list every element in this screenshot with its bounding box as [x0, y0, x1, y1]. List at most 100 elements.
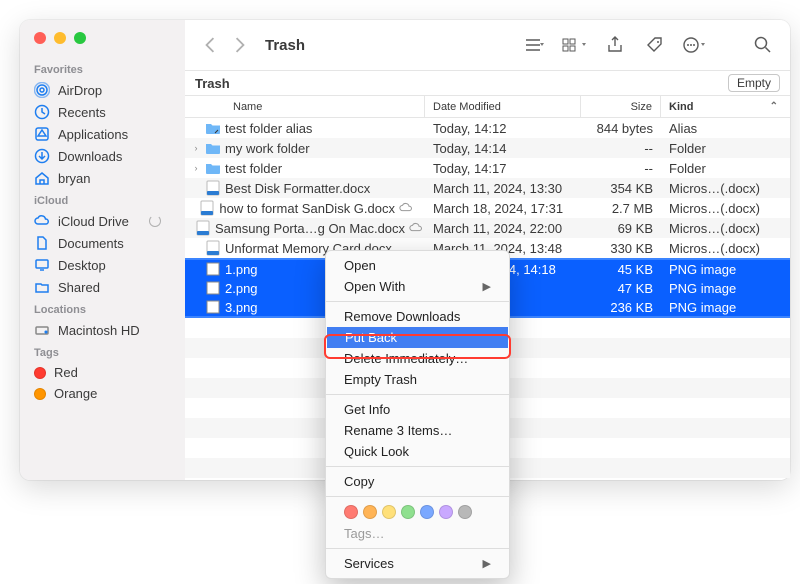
file-size: 330 KB	[581, 241, 661, 256]
table-row[interactable]: ›test folderToday, 14:17--Folder	[185, 158, 790, 178]
sidebar-item-label: Desktop	[58, 258, 106, 273]
forward-button[interactable]	[229, 34, 251, 56]
ctx-open[interactable]: Open	[326, 255, 509, 276]
png-icon	[205, 261, 221, 277]
location-title: Trash	[195, 76, 230, 91]
back-button[interactable]	[199, 34, 221, 56]
ctx-copy[interactable]: Copy	[326, 471, 509, 492]
file-name: 2.png	[225, 281, 258, 296]
sidebar-item-downloads[interactable]: Downloads	[20, 145, 185, 167]
sidebar-item-orange[interactable]: Orange	[20, 383, 185, 404]
column-date[interactable]: Date Modified	[425, 96, 581, 117]
file-size: --	[581, 141, 661, 156]
ctx-services[interactable]: Services▶	[326, 553, 509, 574]
table-row[interactable]: Samsung Porta…g On Mac.docxMarch 11, 202…	[185, 218, 790, 238]
column-size[interactable]: Size	[581, 96, 661, 117]
sidebar-item-documents[interactable]: Documents	[20, 232, 185, 254]
file-name: Samsung Porta…g On Mac.docx	[215, 221, 405, 236]
ctx-separator	[326, 496, 509, 497]
ctx-tags-label[interactable]: Tags…	[326, 523, 509, 544]
group-icon[interactable]	[562, 34, 588, 56]
sidebar-item-macintosh-hd[interactable]: Macintosh HD	[20, 319, 185, 341]
ctx-put-back[interactable]: Put Back	[327, 327, 508, 348]
doc-icon	[34, 235, 50, 251]
table-row[interactable]: ›my work folderToday, 14:14--Folder	[185, 138, 790, 158]
empty-trash-button[interactable]: Empty	[728, 74, 780, 92]
sidebar-item-airdrop[interactable]: AirDrop	[20, 79, 185, 101]
file-size: 354 KB	[581, 181, 661, 196]
column-kind[interactable]: Kind⌃	[661, 96, 790, 117]
tag-swatch[interactable]	[382, 505, 396, 519]
sidebar-item-applications[interactable]: Applications	[20, 123, 185, 145]
sync-spinner-icon	[149, 215, 161, 227]
ctx-delete-immediately[interactable]: Delete Immediately…	[326, 348, 509, 369]
sidebar-item-red[interactable]: Red	[20, 362, 185, 383]
table-row[interactable]: how to format SanDisk G.docxMarch 18, 20…	[185, 198, 790, 218]
file-kind: Micros…(.docx)	[661, 241, 790, 256]
file-date: Today, 14:12	[425, 121, 581, 136]
file-name: test folder alias	[225, 121, 312, 136]
table-row[interactable]: Best Disk Formatter.docxMarch 11, 2024, …	[185, 178, 790, 198]
tag-swatch[interactable]	[344, 505, 358, 519]
close-button[interactable]	[34, 32, 46, 44]
file-date: Today, 14:14	[425, 141, 581, 156]
share-icon[interactable]	[602, 34, 628, 56]
sidebar-item-label: Recents	[58, 105, 106, 120]
docx-icon	[199, 200, 215, 216]
disclosure-icon[interactable]: ›	[191, 143, 201, 153]
download-icon	[34, 148, 50, 164]
action-menu-icon[interactable]	[682, 34, 708, 56]
sidebar-item-desktop[interactable]: Desktop	[20, 254, 185, 276]
cloud-icon	[34, 213, 50, 229]
file-name: 1.png	[225, 262, 258, 277]
sidebar-item-label: Documents	[58, 236, 124, 251]
docx-icon	[195, 220, 211, 236]
tag-swatch[interactable]	[439, 505, 453, 519]
ctx-separator	[326, 466, 509, 467]
file-kind: Alias	[661, 121, 790, 136]
file-name: 3.png	[225, 300, 258, 315]
file-kind: Micros…(.docx)	[661, 221, 790, 236]
table-header: Name Date Modified Size Kind⌃	[185, 96, 790, 118]
view-list-icon[interactable]	[522, 34, 548, 56]
sidebar-item-icloud-drive[interactable]: iCloud Drive	[20, 210, 185, 232]
toolbar: Trash	[185, 20, 790, 70]
sidebar-item-label: Red	[54, 365, 78, 380]
tag-swatch[interactable]	[363, 505, 377, 519]
folder-icon	[205, 140, 221, 156]
home-icon	[34, 170, 50, 186]
sidebar-item-label: bryan	[58, 171, 91, 186]
png-icon	[205, 280, 221, 296]
ctx-quick-look[interactable]: Quick Look	[326, 441, 509, 462]
ctx-separator	[326, 301, 509, 302]
file-size: 236 KB	[581, 300, 661, 315]
disclosure-icon[interactable]: ›	[191, 163, 201, 173]
table-row[interactable]: test folder aliasToday, 14:12844 bytesAl…	[185, 118, 790, 138]
file-size: --	[581, 161, 661, 176]
ctx-remove-downloads[interactable]: Remove Downloads	[326, 306, 509, 327]
tag-swatch[interactable]	[458, 505, 472, 519]
sidebar-section-tags: Tags	[20, 341, 185, 362]
tag-icon[interactable]	[642, 34, 668, 56]
file-name: how to format SanDisk G.docx	[219, 201, 395, 216]
ctx-empty-trash[interactable]: Empty Trash	[326, 369, 509, 390]
column-name[interactable]: Name	[185, 96, 425, 117]
minimize-button[interactable]	[54, 32, 66, 44]
tag-swatch[interactable]	[401, 505, 415, 519]
ctx-get-info[interactable]: Get Info	[326, 399, 509, 420]
airdrop-icon	[34, 82, 50, 98]
ctx-open-with[interactable]: Open With▶	[326, 276, 509, 297]
sidebar-item-recents[interactable]: Recents	[20, 101, 185, 123]
sidebar-item-bryan[interactable]: bryan	[20, 167, 185, 189]
file-date: Today, 14:17	[425, 161, 581, 176]
tag-swatch[interactable]	[420, 505, 434, 519]
file-size: 47 KB	[581, 281, 661, 296]
sidebar-item-shared[interactable]: Shared	[20, 276, 185, 298]
sidebar-section-locations: Locations	[20, 298, 185, 319]
search-icon[interactable]	[750, 34, 776, 56]
sidebar-item-label: Orange	[54, 386, 97, 401]
zoom-button[interactable]	[74, 32, 86, 44]
ctx-rename[interactable]: Rename 3 Items…	[326, 420, 509, 441]
file-size: 2.7 MB	[581, 201, 661, 216]
cloud-status-icon	[399, 201, 413, 215]
